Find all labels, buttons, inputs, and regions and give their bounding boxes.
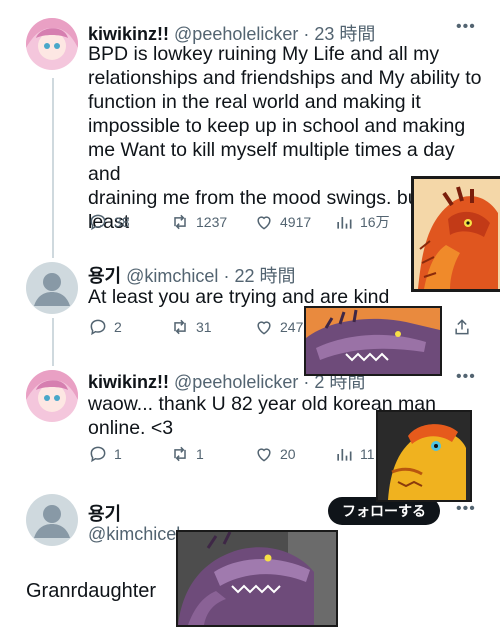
display-name[interactable]: kiwikinz!! [88,372,169,392]
heart-icon [257,216,271,230]
reply-icon [90,446,106,463]
more-icon[interactable]: ••• [456,18,476,36]
more-icon[interactable]: ••• [456,500,476,518]
tweet-text: Granrdaughter [26,580,157,602]
reply-icon [90,214,106,231]
avatar[interactable] [26,18,78,70]
dragon-sticker-image [376,410,472,502]
retweet-icon [174,214,186,230]
share-icon [455,319,469,335]
timestamp[interactable]: · 23 時間 [303,24,375,44]
like-button[interactable]: 20 [254,444,296,464]
handle[interactable]: @kimchicel [126,266,218,286]
retweet-count: 31 [196,319,212,335]
thread-line [52,78,54,258]
reply-count: 2 [114,319,122,335]
avatar[interactable] [26,494,78,546]
handle[interactable]: @peeholelicker [174,24,298,44]
more-icon[interactable]: ••• [456,368,476,386]
share-button[interactable] [452,317,472,337]
avatar[interactable] [26,370,78,422]
display-name[interactable]: 용기 [88,500,121,526]
reply-button[interactable]: 1 [88,444,122,464]
view-count: 11 [360,446,375,462]
retweet-button[interactable]: 1237 [170,212,227,232]
dragon-sticker-image [176,530,338,627]
dragon-sticker-image [304,306,442,376]
heart-icon [257,448,271,462]
retweet-icon [174,319,186,335]
retweet-count: 1 [196,446,204,462]
reply-button[interactable]: 38 [88,212,130,232]
thread-line [52,318,54,366]
views-icon [337,217,352,229]
handle[interactable]: @peeholelicker [174,372,298,392]
view-count: 16万 [360,214,390,230]
heart-icon [257,321,271,335]
avatar[interactable] [26,262,78,314]
retweet-count: 1237 [196,214,228,230]
reply-icon [90,319,106,336]
handle[interactable]: @kimchicel [88,524,180,545]
reply-button[interactable]: 2 [88,317,122,337]
retweet-icon [174,446,186,462]
like-button[interactable]: 4917 [254,212,311,232]
retweet-button[interactable]: 1 [170,444,204,464]
like-button[interactable]: 247 [254,317,303,337]
like-count: 4917 [280,214,312,230]
views-icon [337,449,352,461]
reply-count: 38 [114,214,130,230]
retweet-button[interactable]: 31 [170,317,212,337]
display-name[interactable]: kiwikinz!! [88,24,169,44]
dragon-sticker-image [411,176,500,292]
views-button[interactable]: 11 [334,444,375,464]
like-count: 20 [280,446,296,462]
display-name[interactable]: 용기 [88,266,121,286]
like-count: 247 [280,319,304,335]
views-button[interactable]: 16万 [334,212,390,232]
reply-count: 1 [114,446,122,462]
timestamp[interactable]: · 22 時間 [223,266,295,286]
